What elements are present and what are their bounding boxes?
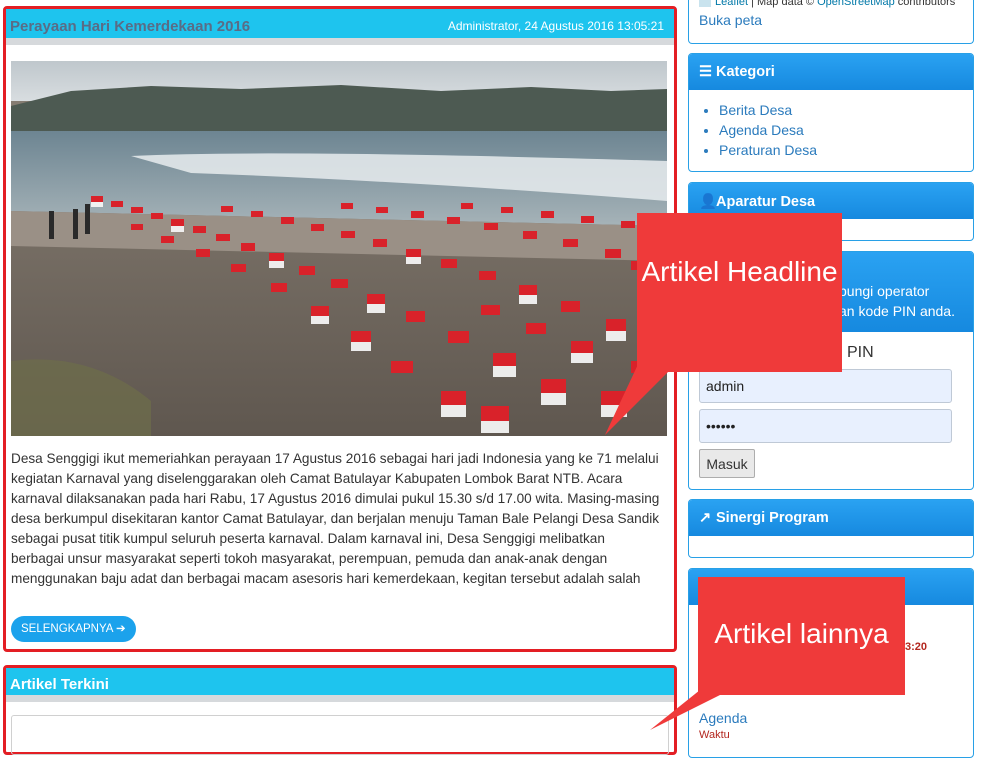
kategori-item[interactable]: Berita Desa — [719, 100, 973, 120]
recent-header: Artikel Terkini — [6, 668, 674, 702]
pin-info-line2: an kode PIN anda. — [839, 303, 955, 319]
user-icon: 👤 — [699, 194, 718, 210]
recent-title: Artikel Terkini — [10, 676, 109, 693]
osm-link[interactable]: OpenStreetMap — [817, 0, 895, 8]
kategori-list: Berita Desa Agenda Desa Peraturan Desa — [689, 90, 973, 160]
headline-title[interactable]: Perayaan Hari Kemerdekaan 2016 — [10, 18, 250, 35]
pin-info-text: bungi operator an kode PIN anda. — [839, 281, 955, 321]
pin-info-line1: bungi operator — [839, 283, 930, 299]
map-attribution-end: contributors — [894, 0, 956, 8]
map-widget: Leaflet | Map data © OpenStreetMap contr… — [688, 0, 974, 44]
headline-header: Perayaan Hari Kemerdekaan 2016 Administr… — [6, 9, 674, 45]
aparatur-title: Aparatur Desa — [716, 194, 816, 210]
recent-articles-panel: Artikel Terkini — [3, 665, 677, 755]
read-more-label: SELENGKAPNYA — [21, 623, 113, 635]
sinergi-widget: ↗ Sinergi Program — [688, 499, 974, 558]
external-link-icon: ↗ — [699, 510, 712, 526]
open-map-link[interactable]: Buka peta — [699, 12, 762, 28]
kategori-item[interactable]: Peraturan Desa — [719, 140, 973, 160]
recent-articles-list — [11, 715, 669, 755]
callout-lainnya-tail — [650, 690, 730, 730]
callout-artikel-lainnya: Artikel lainnya — [698, 577, 905, 695]
arrow-right-icon: ➔ — [116, 623, 126, 635]
map-attribution: Leaflet | Map data © OpenStreetMap contr… — [699, 0, 955, 8]
kategori-title: Kategori — [716, 64, 775, 80]
kategori-widget: ☰Kategori Berita Desa Agenda Desa Peratu… — [688, 53, 974, 172]
headline-article-panel: Perayaan Hari Kemerdekaan 2016 Administr… — [3, 6, 677, 652]
flags-on-beach-photo — [11, 61, 667, 436]
login-button[interactable]: Masuk — [699, 449, 755, 478]
map-attribution-mid: | Map data © — [748, 0, 818, 8]
callout-headline-tail — [605, 360, 680, 435]
read-more-button[interactable]: SELENGKAPNYA ➔ — [11, 616, 136, 642]
username-input[interactable] — [699, 369, 952, 403]
pin-input[interactable] — [699, 409, 952, 443]
kategori-item[interactable]: Agenda Desa — [719, 120, 973, 140]
list-icon: ☰ — [699, 64, 712, 80]
kategori-header: ☰ Kategori — [689, 54, 973, 90]
headline-body: Desa Senggigi ikut memeriahkan perayaan … — [11, 451, 660, 586]
headline-meta: Administrator, 24 Agustus 2016 13:05:21 — [447, 19, 664, 33]
sinergi-title: Sinergi Program — [716, 510, 829, 526]
sinergi-header: ↗ Sinergi Program — [689, 500, 973, 536]
pin-label: PIN — [847, 344, 874, 361]
callout-artikel-headline: Artikel Headline — [637, 213, 842, 372]
headline-image[interactable] — [11, 61, 667, 436]
agenda-time: 3:20 — [905, 641, 928, 653]
leaflet-link[interactable]: Leaflet — [715, 0, 748, 8]
map-tile-swatch — [699, 0, 711, 8]
